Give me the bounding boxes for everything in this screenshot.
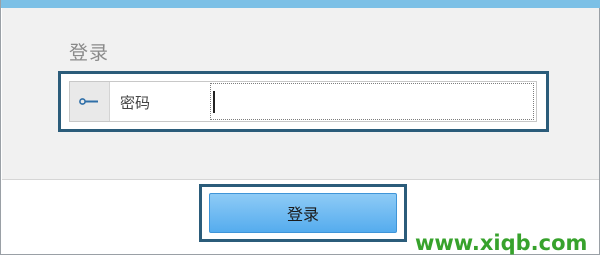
login-button-highlight: 登录	[199, 184, 407, 242]
key-icon-box	[70, 82, 110, 121]
login-window: 登录 密码 登录 www.xiqb.com	[0, 0, 600, 255]
login-panel: 登录 密码	[2, 8, 599, 180]
password-field: 密码	[69, 81, 537, 122]
text-caret	[213, 91, 215, 113]
login-button[interactable]: 登录	[209, 193, 397, 233]
password-input[interactable]	[210, 83, 534, 120]
password-label: 密码	[120, 94, 151, 112]
watermark: www.xiqb.com	[415, 231, 588, 255]
password-field-highlight: 密码	[58, 71, 549, 132]
key-icon	[79, 98, 98, 105]
window-top-bar	[1, 0, 600, 8]
dialog-title: 登录	[69, 42, 110, 64]
